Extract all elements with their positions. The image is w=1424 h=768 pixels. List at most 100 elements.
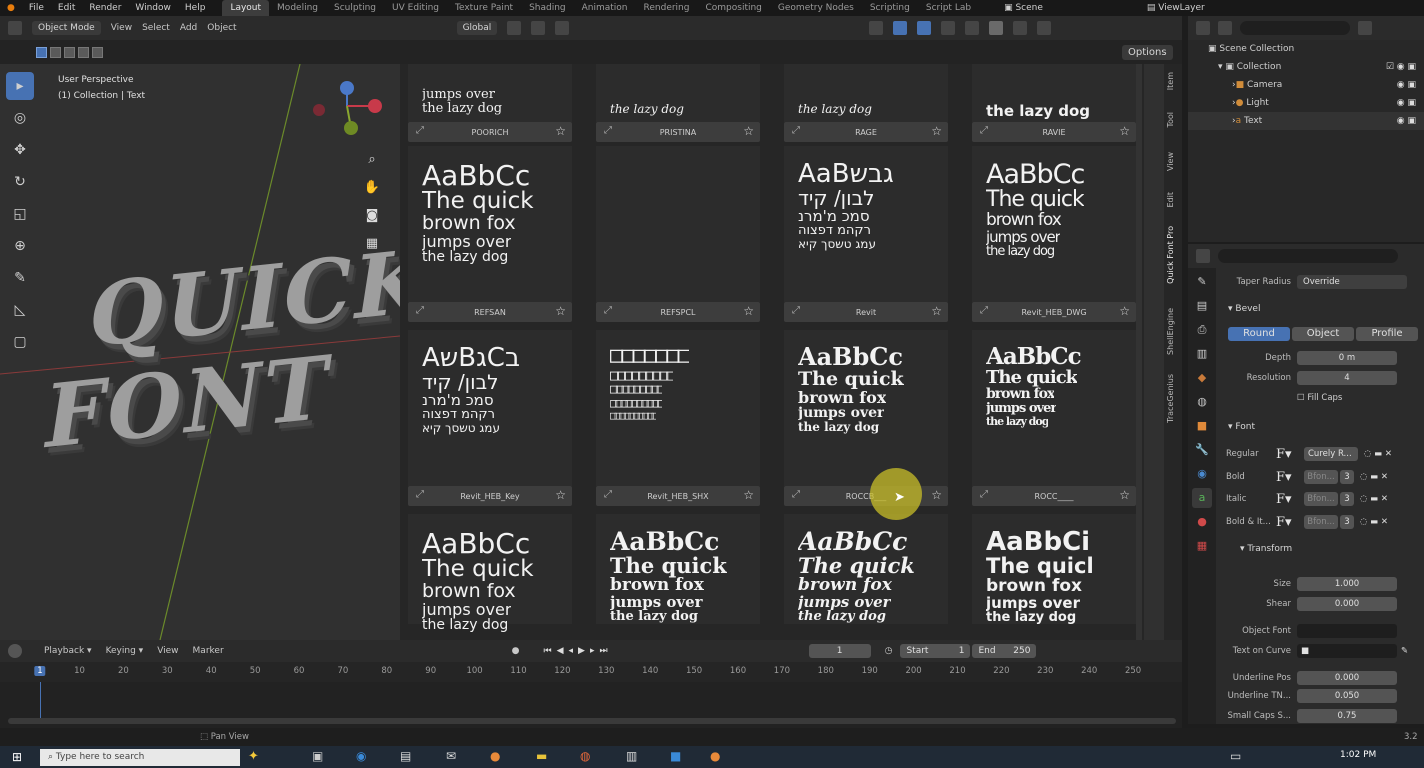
add-cube-tool-icon[interactable]: ▢ (6, 328, 34, 356)
link-icon[interactable]: ⤢ (416, 489, 424, 500)
favorite-star-icon[interactable]: ☆ (931, 124, 942, 138)
tab-scripting[interactable]: Scripting (862, 0, 918, 16)
outliner-scene-collection[interactable]: ▣ Scene Collection (1188, 40, 1424, 58)
tab-shell-engine[interactable]: ShellEngine (1166, 308, 1175, 355)
tab-uv-editing[interactable]: UV Editing (384, 0, 447, 16)
outliner-item-camera[interactable]: › ■ Camera ◉ ▣ (1188, 76, 1424, 94)
font-card-label[interactable]: ⤢ Revit ☆ (784, 302, 948, 322)
select-intersect-icon[interactable] (92, 46, 103, 58)
notepad-icon[interactable]: ▥ (626, 749, 637, 763)
gizmo-toggle-icon[interactable] (893, 21, 908, 35)
store-icon[interactable]: ▤ (400, 749, 411, 763)
camera-visibility-icons[interactable]: ◉ ▣ (1397, 80, 1416, 90)
font-card-label[interactable]: ⤢ Revit_HEB_Key ☆ (408, 486, 572, 506)
font-card[interactable]: the lazy dog (784, 64, 948, 122)
properties-editor-icon[interactable] (1196, 249, 1210, 263)
timeline-body[interactable] (0, 682, 1182, 728)
timeline-ruler[interactable]: 1 10 20 30 40 50 60 70 80 90 100 110 120 130 140 150 160… (0, 662, 1182, 682)
end-frame-field[interactable]: End 250 (972, 644, 1037, 658)
blender-logo-icon[interactable]: ● (0, 3, 22, 13)
tab-trace-genius[interactable]: TraceGenius (1166, 374, 1175, 423)
font-card[interactable]: AaBbCc The quick brown fox jumps over the la… (784, 330, 948, 486)
options-dropdown[interactable]: Options (1122, 45, 1173, 60)
copilot-icon[interactable]: ✦ (248, 749, 259, 764)
move-tool-icon[interactable]: ✥ (6, 136, 34, 164)
font-card-label[interactable]: ⤢ RAGE ☆ (784, 122, 948, 142)
tab-item[interactable]: Item (1166, 72, 1175, 90)
select-new-icon[interactable] (36, 46, 47, 58)
bevel-profile-button[interactable]: Profile (1356, 327, 1418, 341)
photoshop-icon[interactable]: ■ (670, 749, 681, 763)
solid-shading-icon[interactable] (989, 21, 1004, 35)
view-layer-props-icon[interactable]: ▥ (1192, 344, 1212, 364)
bevel-header[interactable]: ▾ Bevel (1228, 304, 1260, 314)
underline-pos-field[interactable]: 0.000 (1297, 671, 1397, 685)
favorite-star-icon[interactable]: ☆ (555, 124, 566, 138)
favorite-star-icon[interactable]: ☆ (1119, 304, 1130, 318)
windows-start-icon[interactable]: ⊞ (12, 750, 22, 764)
marker-menu[interactable]: Marker (193, 646, 224, 656)
favorite-star-icon[interactable]: ☆ (931, 488, 942, 502)
bevel-round-button[interactable]: Round (1228, 327, 1290, 341)
record-icon[interactable]: ● (512, 646, 520, 656)
timeline-editor-icon[interactable] (8, 644, 22, 658)
favorite-star-icon[interactable]: ☆ (555, 304, 566, 318)
output-props-icon[interactable]: ⎙ (1192, 320, 1212, 340)
resolution-field[interactable]: 4 (1297, 371, 1397, 385)
current-frame-field[interactable]: 1 (808, 644, 871, 658)
font-card[interactable]: AaBbCc The quick brown fox jumps over the la… (972, 330, 1136, 486)
bold-italic-font-browse-icon[interactable]: F▾ (1276, 515, 1304, 530)
editor-type-icon[interactable] (8, 21, 22, 35)
tab-sculpting[interactable]: Sculpting (326, 0, 384, 16)
transform-orientation-dropdown[interactable]: Global (456, 21, 498, 35)
scene-selector[interactable]: ▣ Scene (997, 3, 1050, 13)
taper-radius-dropdown[interactable]: Override (1297, 275, 1407, 289)
menu-help[interactable]: Help (178, 3, 213, 13)
render-props-icon[interactable]: ▤ (1192, 296, 1212, 316)
select-subtract-icon[interactable] (64, 46, 75, 58)
font-card-label[interactable]: ⤢ ROCCB___ ☆ (784, 486, 948, 506)
font-card[interactable]: jumps over the lazy dog (408, 64, 572, 122)
link-icon[interactable]: ⤢ (980, 125, 988, 136)
camera-view-icon[interactable]: ◙ (362, 206, 382, 226)
font-card-label[interactable]: ⤢ Revit_HEB_SHX ☆ (596, 486, 760, 506)
filter-icon[interactable] (1358, 21, 1372, 35)
blender-active-icon[interactable]: ● (710, 749, 720, 763)
start-frame-field[interactable]: Start 1 (900, 644, 971, 658)
font-card[interactable]: AaBגבש לבון/ קיד סמכ מ'מרנ רקהמ דפצוה עמג טש… (784, 146, 948, 302)
world-props-icon[interactable]: ◍ (1192, 392, 1212, 412)
regular-font-field[interactable]: Curely R... (1304, 447, 1358, 461)
add-menu[interactable]: Add (180, 23, 197, 33)
font-browse-icon[interactable]: F▾ (1276, 447, 1304, 462)
keying-menu[interactable]: Keying ▾ (106, 646, 144, 656)
menu-edit[interactable]: Edit (51, 3, 82, 13)
rendered-shading-icon[interactable] (1037, 21, 1052, 35)
select-tool-icon[interactable]: ▸ (6, 72, 34, 100)
font-card[interactable]: AaBbCc The quick brown fox jumps over the la… (596, 514, 760, 624)
mode-dropdown[interactable]: Object Mode (32, 21, 101, 35)
tab-texture-paint[interactable]: Texture Paint (447, 0, 521, 16)
favorite-star-icon[interactable]: ☆ (743, 488, 754, 502)
bold-font-browse-icon[interactable]: F▾ (1276, 470, 1304, 485)
link-icon[interactable]: ⤢ (980, 489, 988, 500)
font-card-label[interactable]: ⤢ ROCC____ ☆ (972, 486, 1136, 506)
zoom-icon[interactable]: ⌕ (362, 150, 382, 170)
menu-window[interactable]: Window (128, 3, 178, 13)
link-icon[interactable]: ⤢ (604, 489, 612, 500)
pivot-icon[interactable] (507, 21, 522, 35)
select-invert-icon[interactable] (78, 46, 89, 58)
mail-icon[interactable]: ✉ (446, 749, 456, 763)
tab-rendering[interactable]: Rendering (636, 0, 698, 16)
firefox-icon[interactable]: ◍ (580, 749, 590, 763)
tab-compositing[interactable]: Compositing (697, 0, 769, 16)
font-card-label[interactable]: ⤢ POORICH ☆ (408, 122, 572, 142)
texture-props-icon[interactable]: ▦ (1192, 536, 1212, 556)
material-props-icon[interactable]: ● (1192, 512, 1212, 532)
font-card[interactable] (596, 146, 760, 302)
blender-taskbar-icon[interactable]: ● (490, 749, 500, 763)
font-card-label[interactable]: ⤢ Revit_HEB_DWG ☆ (972, 302, 1136, 322)
outliner-item-light[interactable]: › ● Light ◉ ▣ (1188, 94, 1424, 112)
italic-font-actions[interactable]: ◌ ▬ ✕ (1354, 494, 1406, 504)
navigation-gizmo[interactable] (305, 78, 387, 140)
object-menu[interactable]: Object (207, 23, 236, 33)
